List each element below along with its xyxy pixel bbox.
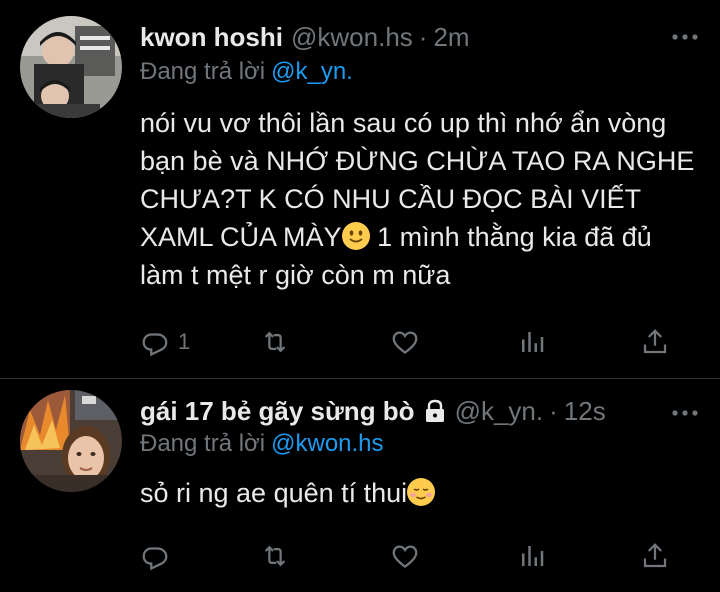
relieved-face-icon [407, 478, 436, 506]
tweet-header: gái 17 bẻ gãy sừng bò @k_yn. · 12s [140, 394, 700, 428]
mention-link[interactable]: @kwon.hs [271, 430, 383, 457]
share-icon [640, 541, 670, 571]
action-bar [140, 536, 680, 576]
retweet-button[interactable] [260, 536, 290, 576]
replying-to: Đang trả lời @k_yn. [140, 58, 353, 86]
timestamp[interactable]: 2m [433, 22, 469, 53]
share-button[interactable] [640, 322, 670, 362]
retweet-button[interactable] [260, 322, 290, 362]
replying-label: Đang trả lời [140, 58, 266, 85]
retweet-icon [260, 541, 290, 571]
replying-label: Đang trả lời [140, 430, 266, 457]
like-icon [390, 327, 420, 357]
separator: · [549, 395, 558, 426]
reply-button[interactable] [140, 536, 178, 576]
reply-icon [140, 541, 170, 571]
tweet-text-part: sỏ ri ng ae quên tí thui [140, 478, 408, 508]
share-button[interactable] [640, 536, 670, 576]
lock-icon [423, 398, 447, 424]
analytics-icon [517, 541, 547, 571]
analytics-button[interactable] [517, 536, 547, 576]
retweet-icon [260, 327, 290, 357]
slightly-smiling-face-icon [341, 222, 370, 250]
like-button[interactable] [390, 322, 420, 362]
mention-link[interactable]: @k_yn. [271, 58, 353, 85]
reply-count: 1 [178, 329, 191, 354]
tweet[interactable]: kwon hoshi @kwon.hs · 2m Đang trả lời @k_… [0, 0, 720, 379]
more-icon[interactable] [670, 398, 700, 428]
reply-icon [140, 327, 170, 357]
username[interactable]: @kwon.hs [291, 22, 413, 53]
analytics-button[interactable] [517, 322, 547, 362]
more-icon[interactable] [670, 22, 700, 52]
timestamp[interactable]: 12s [564, 396, 606, 427]
reply-button[interactable]: 1 [140, 322, 190, 362]
separator: · [418, 21, 428, 52]
avatar[interactable] [20, 390, 122, 492]
action-bar: 1 [140, 322, 680, 362]
tweet[interactable]: gái 17 bẻ gãy sừng bò @k_yn. · 12s Đang … [0, 378, 720, 592]
like-icon [390, 541, 420, 571]
tweet-text: sỏ ri ng ae quên tí thui [140, 474, 700, 512]
share-icon [640, 327, 670, 357]
replying-to: Đang trả lời @kwon.hs [140, 430, 384, 458]
tweet-text: nói vu vơ thôi lần sau có up thì nhớ ẩn … [140, 104, 700, 294]
display-name[interactable]: gái 17 bẻ gãy sừng bò [140, 396, 415, 427]
username[interactable]: @k_yn. [455, 396, 544, 427]
display-name[interactable]: kwon hoshi [140, 22, 283, 53]
avatar[interactable] [20, 16, 122, 118]
analytics-icon [517, 327, 547, 357]
tweet-header: kwon hoshi @kwon.hs · 2m [140, 20, 700, 54]
like-button[interactable] [390, 536, 420, 576]
